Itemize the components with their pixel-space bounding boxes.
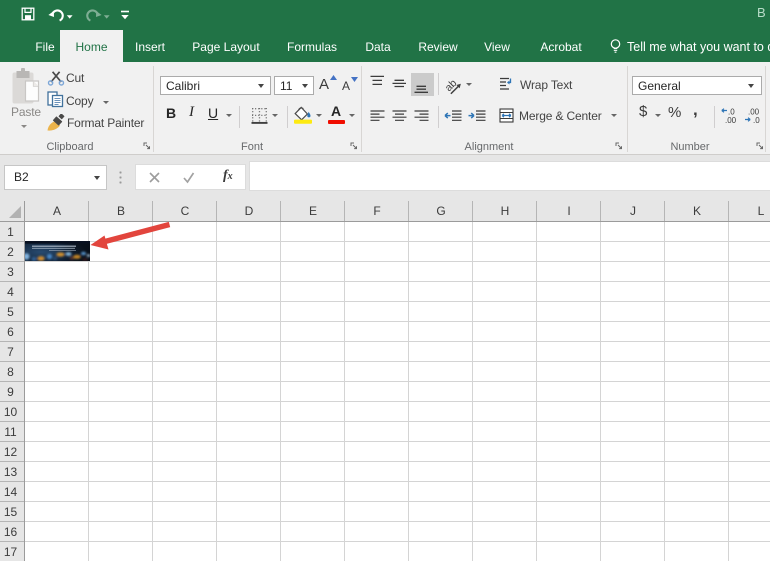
svg-text:.0: .0 — [753, 116, 760, 124]
svg-text:.00: .00 — [725, 116, 737, 124]
